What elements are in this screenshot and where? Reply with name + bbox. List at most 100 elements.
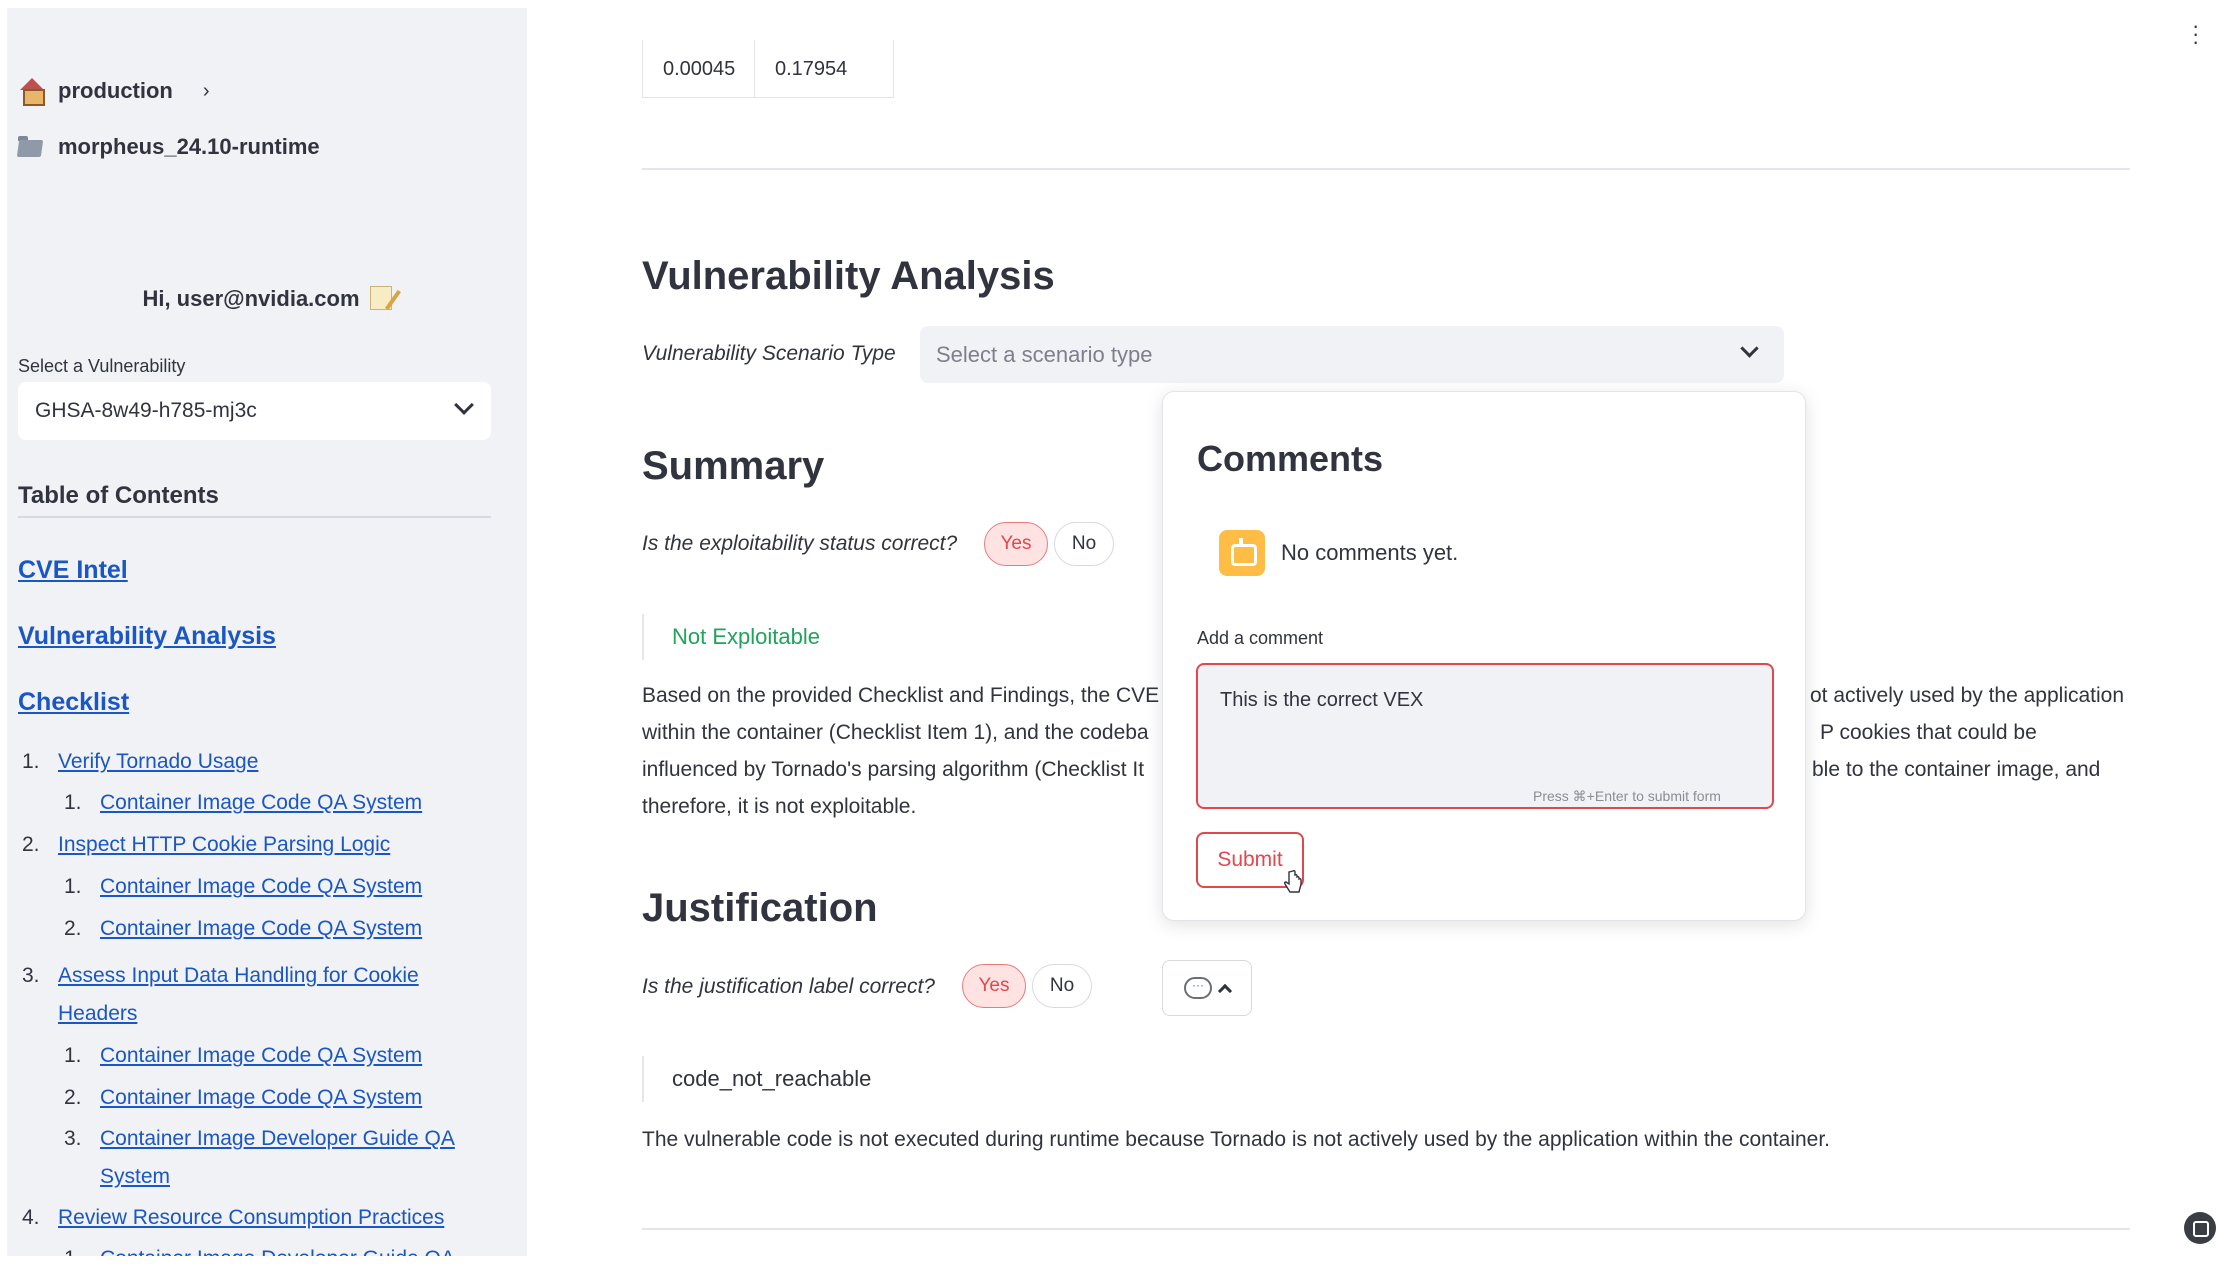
- exploitability-no-button[interactable]: No: [1054, 522, 1114, 566]
- checklist-sublink[interactable]: Container Image Code QA System: [100, 791, 422, 814]
- toc-link-cve-intel[interactable]: CVE Intel: [18, 556, 128, 585]
- checklist-sublink[interactable]: Container Image Code QA System: [100, 917, 422, 940]
- table-cell: 0.00045: [643, 40, 755, 98]
- folder-icon: [18, 134, 46, 160]
- item-number: 1.: [64, 1044, 82, 1067]
- justification-heading: Justification: [642, 886, 878, 930]
- user-greeting: Hi, user@nvidia.com: [7, 286, 527, 312]
- justification-label: code_not_reachable: [672, 1066, 872, 1091]
- checklist-link[interactable]: Inspect HTTP Cookie Parsing Logic: [58, 833, 390, 856]
- vulnerability-select-label: Select a Vulnerability: [18, 356, 186, 376]
- submit-hint: Press ⌘+Enter to submit form: [1533, 788, 1721, 804]
- checklist-sublink[interactable]: Container Image Developer Guide QA: [100, 1127, 455, 1150]
- bot-avatar-icon: [1219, 530, 1265, 576]
- container-name: morpheus_24.10-runtime: [58, 134, 320, 159]
- summary-line: Based on the provided Checklist and Find…: [642, 684, 1160, 707]
- summary-line: within the container (Checklist Item 1),…: [642, 721, 1149, 744]
- toc-title: Table of Contents: [18, 482, 219, 509]
- item-number: 2.: [22, 833, 40, 856]
- checklist-link[interactable]: Headers: [58, 1002, 137, 1025]
- chevron-right-icon[interactable]: ›: [203, 80, 210, 103]
- checklist-link[interactable]: Verify Tornado Usage: [58, 750, 258, 773]
- checklist-subitem: 1. Container Image Code QA System: [64, 784, 422, 822]
- data-table-fragment: 0.00045 0.17954: [642, 40, 894, 98]
- scenario-type-label: Vulnerability Scenario Type: [642, 342, 896, 365]
- checklist-item-continued: Headers: [58, 995, 137, 1033]
- item-number: 4.: [22, 1206, 40, 1229]
- project-name: production: [58, 78, 173, 103]
- memo-icon: [369, 286, 392, 310]
- scenario-type-select[interactable]: Select a scenario type: [920, 326, 1784, 383]
- summary-line: influenced by Tornado's parsing algorith…: [642, 758, 1145, 781]
- checklist-item: 1. Verify Tornado Usage: [22, 743, 258, 781]
- section-divider: [642, 1228, 2130, 1230]
- selected-vulnerability: GHSA-8w49-h785-mj3c: [35, 399, 257, 422]
- justification-label-block: code_not_reachable: [642, 1056, 871, 1102]
- toc-divider: [18, 516, 491, 518]
- chevron-down-icon: [454, 395, 474, 415]
- vulnerability-analysis-heading: Vulnerability Analysis: [642, 254, 1055, 298]
- main-menu-icon[interactable]: · · ·: [2192, 15, 2199, 53]
- checklist-sublink[interactable]: Container Image Code QA System: [100, 1086, 422, 1109]
- item-number: 1.: [22, 750, 40, 773]
- justification-text: The vulnerable code is not executed duri…: [642, 1128, 1831, 1151]
- vulnerability-select[interactable]: GHSA-8w49-h785-mj3c: [18, 382, 491, 440]
- toc-link-vulnerability-analysis[interactable]: Vulnerability Analysis: [18, 622, 276, 651]
- comment-bubble-icon: ···: [1184, 977, 1212, 999]
- checklist-sublink[interactable]: Container Image Code QA System: [100, 875, 422, 898]
- checklist-subitem-continued: System: [100, 1158, 170, 1196]
- checklist-item: 4. Review Resource Consumption Practices: [22, 1199, 444, 1237]
- checklist-link[interactable]: Assess Input Data Handling for Cookie: [58, 964, 419, 987]
- hand-cursor-icon: [1283, 870, 1302, 893]
- summary-line: therefore, it is not exploitable.: [642, 795, 917, 818]
- add-comment-label: Add a comment: [1197, 628, 1324, 648]
- checklist-sublink[interactable]: System: [100, 1165, 170, 1188]
- item-number: 1.: [64, 875, 82, 898]
- toc-link-checklist[interactable]: Checklist: [18, 688, 129, 717]
- comments-popover: Comments No comments yet. Add a comment …: [1162, 391, 1806, 921]
- house-icon: [18, 78, 46, 106]
- item-number: 1.: [64, 791, 82, 814]
- summary-line-end: ble to the container image, and: [1812, 758, 2101, 781]
- comments-title: Comments: [1197, 438, 1384, 479]
- checklist-sublink[interactable]: Container Image Developer Guide QA: [100, 1247, 455, 1256]
- checklist-subitem: 2. Container Image Code QA System: [64, 1079, 422, 1117]
- comments-toggle-button[interactable]: ···: [1162, 960, 1252, 1016]
- exploitability-status: Not Exploitable: [642, 614, 820, 660]
- item-number: 2.: [64, 917, 82, 940]
- checklist-subitem: 3. Container Image Developer Guide QA: [64, 1120, 455, 1158]
- item-number: 3.: [64, 1127, 82, 1150]
- justification-no-button[interactable]: No: [1032, 964, 1092, 1008]
- empty-text: No comments yet.: [1281, 540, 1459, 565]
- item-number: 2.: [64, 1086, 82, 1109]
- justification-yes-button[interactable]: Yes: [962, 964, 1026, 1008]
- checklist-subitem: 1. Container Image Code QA System: [64, 868, 422, 906]
- checklist-link[interactable]: Review Resource Consumption Practices: [58, 1206, 444, 1229]
- justification-question: Is the justification label correct?: [642, 975, 935, 998]
- exploitability-question: Is the exploitability status correct?: [642, 532, 958, 555]
- status-text: Not Exploitable: [672, 624, 820, 649]
- checklist-subitem: 1.Container Image Developer Guide QA: [64, 1240, 455, 1256]
- sidebar: production › morpheus_24.10-runtime Hi, …: [7, 8, 527, 1256]
- item-number: 3.: [22, 964, 40, 987]
- checklist-item: 2. Inspect HTTP Cookie Parsing Logic: [22, 826, 390, 864]
- table-cell: 0.17954: [775, 58, 848, 80]
- checklist-subitem: 1. Container Image Code QA System: [64, 1037, 422, 1075]
- summary-line-end: P cookies that could be: [1820, 721, 2037, 744]
- summary-line-end: ot actively used by the application: [1810, 684, 2125, 707]
- item-number: 1.: [64, 1240, 100, 1256]
- greeting-text: Hi, user@nvidia.com: [142, 286, 360, 311]
- exploitability-yes-button[interactable]: Yes: [984, 522, 1048, 566]
- summary-heading: Summary: [642, 444, 825, 488]
- chevron-down-icon: [1740, 339, 1759, 358]
- checklist-item: 3. Assess Input Data Handling for Cookie: [22, 957, 419, 995]
- section-divider: [642, 168, 2130, 170]
- container-name-row: morpheus_24.10-runtime: [18, 134, 320, 160]
- project-breadcrumb[interactable]: production ›: [18, 78, 210, 106]
- screenshot-icon[interactable]: [2184, 1212, 2216, 1244]
- chevron-up-icon: [1217, 983, 1233, 999]
- checklist-subitem: 2. Container Image Code QA System: [64, 910, 422, 948]
- comments-empty-state: No comments yet.: [1219, 530, 1458, 576]
- scenario-placeholder: Select a scenario type: [936, 341, 1153, 367]
- checklist-sublink[interactable]: Container Image Code QA System: [100, 1044, 422, 1067]
